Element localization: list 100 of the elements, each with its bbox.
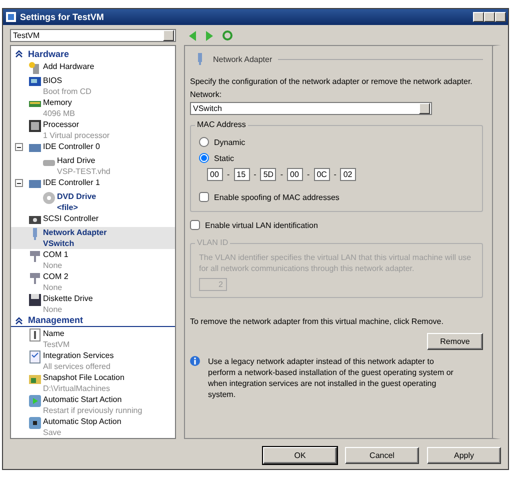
item-detail: Boot from CD <box>43 86 92 97</box>
option-label: Dynamic <box>214 136 246 148</box>
vm-selector[interactable]: TestVM <box>10 29 176 42</box>
floppy-icon <box>28 293 42 307</box>
checkbox[interactable] <box>190 220 200 230</box>
item-label: Automatic Stop Action <box>43 416 122 427</box>
item-detail: 4096 MB <box>43 108 76 119</box>
tree-item[interactable]: SCSI Controller <box>11 213 175 227</box>
separator: - <box>307 169 310 180</box>
tree-item[interactable]: Automatic Stop Action Save <box>11 416 175 438</box>
mac-octet-field[interactable]: 00 <box>207 168 223 181</box>
item-detail: 1 Virtual processor <box>43 130 111 141</box>
item-label: Name <box>43 328 66 339</box>
item-label: IDE Controller 1 <box>43 177 101 188</box>
section-header[interactable]: Hardware <box>28 48 70 60</box>
tree-item[interactable]: COM 1 None <box>11 249 175 271</box>
port-icon <box>28 249 42 263</box>
tree-item[interactable]: Name TestVM <box>11 328 175 350</box>
dialog-button[interactable]: Cancel <box>345 447 419 464</box>
separator: - <box>280 169 284 180</box>
scsi-icon <box>28 213 42 227</box>
folder-icon <box>28 372 42 386</box>
processor-icon <box>28 119 42 133</box>
item-label: Memory <box>43 97 73 108</box>
item-detail: TestVM <box>43 339 71 350</box>
description-text: Specify the configuration of the network adapter or remove the network adapter. <box>190 76 474 87</box>
close-button[interactable] <box>495 12 506 22</box>
minimize-button[interactable] <box>473 12 484 22</box>
settings-icon <box>5 11 17 23</box>
collapse-toggle-icon[interactable] <box>15 143 23 151</box>
remove-text: To remove the network adapter from this virtual machine, click Remove. <box>190 316 444 327</box>
mac-octet-field[interactable]: 00 <box>287 168 304 181</box>
item-detail: VSP-TEST.vhd <box>57 166 112 177</box>
item-label: DVD Drive <box>57 191 98 202</box>
item-label: COM 2 <box>43 271 70 282</box>
item-detail: None <box>43 260 64 271</box>
port-icon <box>28 271 42 285</box>
item-detail: None <box>43 304 64 315</box>
tree-item[interactable]: COM 2 None <box>11 271 175 293</box>
maximize-button[interactable] <box>484 12 495 22</box>
tree-item[interactable]: IDE Controller 1 <box>11 177 175 191</box>
field-label: Network: <box>190 89 223 100</box>
item-detail: VSwitch <box>43 238 76 249</box>
info-icon <box>190 356 200 366</box>
dialog-button[interactable]: OK <box>263 447 337 464</box>
radio-button[interactable] <box>199 137 209 147</box>
info-text: Use a legacy network adapter instead of this network adapter to perform a network-based installation of the guest operating system or when integration services are not installed in the guest operating system. <box>208 356 454 400</box>
tree-item[interactable]: Add Hardware <box>11 61 175 75</box>
mac-octet-field[interactable]: 02 <box>340 168 356 181</box>
tree-item[interactable]: Network Adapter VSwitch <box>11 227 175 249</box>
checkbox-label: Enable spoofing of MAC addresses <box>214 192 340 202</box>
remove-button[interactable]: Remove <box>427 333 483 350</box>
item-label: Snapshot File Location <box>43 372 126 383</box>
item-detail: D:\VirtualMachines <box>43 383 111 394</box>
group-title: MAC Address <box>196 120 247 130</box>
section-header[interactable]: Management <box>28 315 84 326</box>
item-label: SCSI Controller <box>43 213 100 224</box>
tree-item[interactable]: Snapshot File Location D:\VirtualMachines <box>11 372 175 394</box>
item-label: Integration Services <box>43 350 115 361</box>
controller-icon <box>28 141 42 155</box>
collapse-icon[interactable] <box>15 316 23 324</box>
item-detail: None <box>43 282 64 293</box>
tree-item[interactable]: Automatic Start Action Restart if previously running <box>11 394 175 416</box>
item-label: IDE Controller 0 <box>43 141 101 152</box>
chip-icon <box>28 75 42 89</box>
window-title: Settings for TestVM <box>20 12 104 22</box>
separator: - <box>227 169 230 180</box>
stop-action-icon <box>28 416 42 430</box>
tree-item[interactable]: Diskette Drive None <box>11 293 175 315</box>
disc-icon <box>42 191 56 205</box>
item-label: Add Hardware <box>43 61 96 72</box>
collapse-toggle-icon[interactable] <box>15 179 23 187</box>
group-title: VLAN ID <box>196 238 230 248</box>
tree-item[interactable]: Processor 1 Virtual processor <box>11 119 175 141</box>
item-label: COM 1 <box>43 249 70 260</box>
item-detail: <file> <box>57 202 79 213</box>
tree-item[interactable]: Hard Drive VSP-TEST.vhd <box>11 155 175 177</box>
description-text: The VLAN identifier specifies the virtual LAN that this virtual machine will use for all network communications through this network adapter. <box>199 252 472 274</box>
item-label: BIOS <box>43 75 64 86</box>
controller-icon <box>28 177 42 191</box>
network-dropdown[interactable]: VSwitch <box>190 102 432 115</box>
separator: - <box>334 169 336 180</box>
checkbox-label: Enable virtual LAN identification <box>205 220 318 230</box>
tree-item[interactable]: BIOS Boot from CD <box>11 75 175 97</box>
start-action-icon <box>28 394 42 408</box>
dialog-button[interactable]: Apply <box>427 447 501 464</box>
mac-octet-field[interactable]: 0C <box>314 168 330 181</box>
tree-item[interactable]: Integration Services All services offered <box>11 350 175 372</box>
item-detail: All services offered <box>43 361 112 372</box>
mac-octet-field[interactable]: 15 <box>234 168 250 181</box>
tree-item[interactable]: IDE Controller 0 <box>11 141 175 155</box>
item-label: Automatic Start Action <box>43 394 123 405</box>
checkbox[interactable] <box>199 192 209 202</box>
item-label: Diskette Drive <box>43 293 94 304</box>
collapse-icon[interactable] <box>15 50 23 58</box>
radio-button[interactable] <box>199 153 209 163</box>
tree-item[interactable]: Memory 4096 MB <box>11 97 175 119</box>
section-title: Network Adapter <box>213 54 272 64</box>
mac-octet-field[interactable]: 5D <box>260 168 276 181</box>
tree-item[interactable]: DVD Drive <file> <box>11 191 175 213</box>
